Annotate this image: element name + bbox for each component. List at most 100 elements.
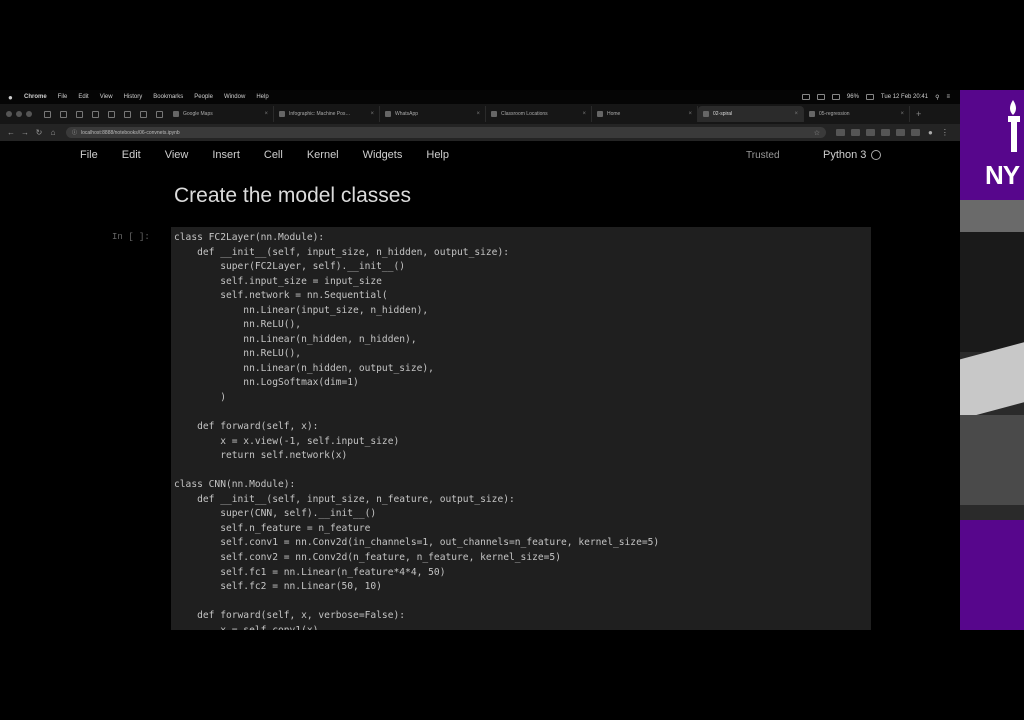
code-line: def __init__(self, input_size, n_feature… <box>174 493 515 505</box>
code-line: return self.network(x) <box>174 450 348 462</box>
battery-percent[interactable]: 96% <box>847 94 859 100</box>
tab-classroom-locations[interactable]: Classroom Locations × <box>486 106 592 122</box>
status-icon[interactable] <box>801 94 810 100</box>
camera-feed <box>960 200 1024 520</box>
jupyter-menu-help[interactable]: Help <box>426 149 449 161</box>
menu-edit[interactable]: Edit <box>78 94 88 100</box>
extension-icon[interactable] <box>881 129 890 136</box>
pinned-tab[interactable] <box>104 107 118 121</box>
menubar-clock[interactable]: Tue 12 Feb 20:41 <box>881 94 928 100</box>
code-editor[interactable]: class FC2Layer(nn.Module): def __init__(… <box>174 231 659 630</box>
favicon-icon <box>279 111 285 117</box>
info-icon[interactable]: ⓘ <box>72 129 77 136</box>
apple-icon[interactable]: ● <box>8 93 16 102</box>
menu-app-name[interactable]: Chrome <box>24 94 47 100</box>
battery-icon[interactable] <box>865 94 874 100</box>
address-bar[interactable]: ⓘ localhost:8888/notebooks/06-convnets.i… <box>66 127 826 138</box>
minimize-window-button[interactable] <box>16 111 22 117</box>
code-line: self.input_size = input_size <box>174 275 382 287</box>
new-tab-button[interactable]: + <box>916 109 921 119</box>
jupyter-menu-kernel[interactable]: Kernel <box>307 149 339 161</box>
pinned-tab[interactable] <box>88 107 102 121</box>
bookmark-star-icon[interactable]: ☆ <box>814 129 820 137</box>
kebab-menu-icon[interactable]: ⋮ <box>941 128 949 137</box>
close-tab-icon[interactable]: × <box>688 111 692 117</box>
jupyter-menu-edit[interactable]: Edit <box>122 149 141 161</box>
jupyter-menu-cell[interactable]: Cell <box>264 149 283 161</box>
extension-icon[interactable] <box>836 129 845 136</box>
pinned-tab-icon <box>91 110 99 118</box>
code-line: class CNN(nn.Module): <box>174 479 296 491</box>
zoom-window-button[interactable] <box>26 111 32 117</box>
status-icon[interactable] <box>816 94 825 100</box>
pinned-tab[interactable] <box>136 107 150 121</box>
reload-icon[interactable]: ↻ <box>32 128 46 137</box>
tab-infographic[interactable]: Infographic: Machine Pos… × <box>274 106 380 122</box>
tab-strip: Google Maps × Infographic: Machine Pos… … <box>0 104 960 124</box>
tab-home[interactable]: Home × <box>592 106 698 122</box>
pinned-tab[interactable] <box>40 107 54 121</box>
jupyter-menu-insert[interactable]: Insert <box>212 149 240 161</box>
code-line: ) <box>174 392 226 404</box>
back-icon[interactable]: ← <box>4 128 18 137</box>
extension-icon[interactable] <box>896 129 905 136</box>
close-tab-icon[interactable]: × <box>476 111 480 117</box>
tab-05-regression[interactable]: 05-regression × <box>804 106 910 122</box>
close-window-button[interactable] <box>6 111 12 117</box>
menu-file[interactable]: File <box>58 94 68 100</box>
tab-label: Classroom Locations <box>501 111 548 117</box>
jupyter-notebook: File Edit View Insert Cell Kernel Widget… <box>0 141 960 630</box>
pinned-tab[interactable] <box>120 107 134 121</box>
close-tab-icon[interactable]: × <box>900 111 904 117</box>
menu-list-icon[interactable]: ≡ <box>946 94 950 100</box>
close-tab-icon[interactable]: × <box>370 111 374 117</box>
favicon-icon <box>809 111 815 117</box>
extension-icon[interactable] <box>866 129 875 136</box>
menu-help[interactable]: Help <box>256 94 268 100</box>
code-cell[interactable]: class FC2Layer(nn.Module): def __init__(… <box>171 227 871 630</box>
pinned-tab[interactable] <box>56 107 70 121</box>
code-line: self.fc2 = nn.Linear(50, 10) <box>174 581 382 593</box>
pinned-tab-icon <box>59 110 67 118</box>
wifi-icon[interactable] <box>831 94 840 100</box>
home-icon[interactable]: ⌂ <box>46 128 60 137</box>
kernel-indicator[interactable]: Python 3 <box>823 149 882 161</box>
jupyter-menu-widgets[interactable]: Widgets <box>363 149 403 161</box>
tab-google-maps[interactable]: Google Maps × <box>168 106 274 122</box>
menu-bookmarks[interactable]: Bookmarks <box>153 94 183 100</box>
search-icon[interactable]: ⚲ <box>935 94 939 101</box>
jupyter-menu-file[interactable]: File <box>80 149 98 161</box>
address-url[interactable]: localhost:8888/notebooks/06-convnets.ipy… <box>81 130 180 136</box>
tab-02-spiral[interactable]: 02-spiral × <box>698 106 804 122</box>
extension-icon[interactable] <box>851 129 860 136</box>
code-line: nn.Linear(n_hidden, output_size), <box>174 362 434 374</box>
pinned-tab[interactable] <box>72 107 86 121</box>
pinned-tab-icon <box>107 110 115 118</box>
menu-people[interactable]: People <box>194 94 213 100</box>
forward-icon[interactable]: → <box>18 128 32 137</box>
status-area: 96% Tue 12 Feb 20:41 ⚲ ≡ <box>801 94 950 101</box>
pinned-tab-icon <box>75 110 83 118</box>
tab-label: Home <box>607 111 621 117</box>
macos-menu-bar: ● Chrome File Edit View History Bookmark… <box>0 90 960 104</box>
extension-icon[interactable] <box>911 129 920 136</box>
close-tab-icon[interactable]: × <box>794 111 798 117</box>
menu-history[interactable]: History <box>124 94 143 100</box>
torch-icon <box>1008 100 1020 152</box>
close-tab-icon[interactable]: × <box>264 111 268 117</box>
favicon-icon <box>491 111 497 117</box>
pinned-tab-icon <box>43 110 51 118</box>
nyu-color-panel <box>960 520 1024 630</box>
tab-whatsapp[interactable]: WhatsApp × <box>380 106 486 122</box>
jupyter-menu-view[interactable]: View <box>165 149 189 161</box>
menu-view[interactable]: View <box>100 94 113 100</box>
trusted-indicator[interactable]: Trusted <box>746 150 780 161</box>
pinned-tab[interactable] <box>152 107 166 121</box>
profile-avatar[interactable]: ● <box>928 128 933 137</box>
favicon-icon <box>597 111 603 117</box>
close-tab-icon[interactable]: × <box>582 111 586 117</box>
menu-window[interactable]: Window <box>224 94 245 100</box>
code-line: self.fc1 = nn.Linear(n_feature*4*4, 50) <box>174 566 446 578</box>
